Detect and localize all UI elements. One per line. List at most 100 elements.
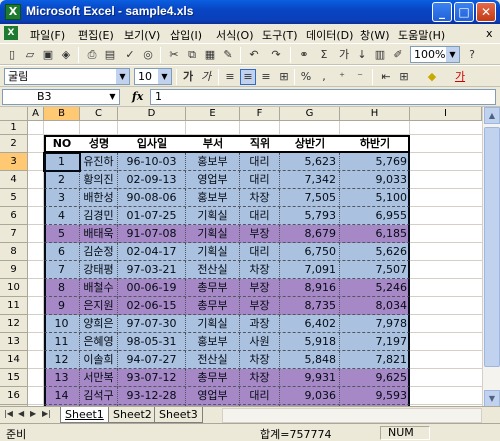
row-header-8[interactable]: 8 [0,243,28,261]
chevron-down-icon[interactable]: ▼ [446,47,459,62]
print-icon[interactable]: ⎙ [84,47,100,63]
workbook-icon[interactable]: X [4,26,18,40]
permission-icon[interactable]: ◈ [58,47,74,63]
first-sheet-icon[interactable]: |◀ [4,409,13,418]
menu-data[interactable]: 데이터(D) [306,27,353,43]
drawing-icon[interactable]: ✐ [390,47,406,63]
decrease-decimal-icon[interactable]: ⁻ [352,69,368,85]
last-sheet-icon[interactable]: ▶| [42,409,51,418]
font-color-icon[interactable]: 가 [452,69,468,85]
scroll-up-icon[interactable]: ▲ [484,107,500,124]
column-header-f[interactable]: F [240,107,280,121]
sort-descending-icon[interactable]: ↓ [354,47,370,63]
cut-icon[interactable]: ✂ [166,47,182,63]
percent-style-button[interactable]: % [298,69,314,85]
excel-app-icon[interactable]: X [5,4,21,20]
chevron-down-icon[interactable]: ▼ [106,90,119,104]
redo-icon[interactable]: ↷ [268,47,284,63]
table-header-cell[interactable]: 부서 [186,135,240,153]
menu-window[interactable]: 창(W) [360,27,390,43]
tab-sheet3[interactable]: Sheet3 [154,407,203,423]
row-header-5[interactable]: 5 [0,189,28,207]
new-icon[interactable]: ▯ [4,47,20,63]
column-header-g[interactable]: G [280,107,340,121]
print-preview-icon[interactable]: ▤ [102,47,118,63]
row-header-3[interactable]: 3 [0,153,28,171]
row-header-14[interactable]: 14 [0,351,28,369]
align-right-icon[interactable]: ≡ [258,69,274,85]
scroll-thumb[interactable] [484,127,500,367]
chart-wizard-icon[interactable]: ▥ [372,47,388,63]
italic-button[interactable]: 가 [198,69,214,85]
minimize-button[interactable]: _ [432,2,452,22]
sort-ascending-icon[interactable]: 가 [336,47,352,63]
column-header-e[interactable]: E [186,107,240,121]
table-header-cell[interactable]: 입사일 [118,135,186,153]
column-header-c[interactable]: C [80,107,118,121]
horizontal-scrollbar[interactable] [222,408,482,423]
prev-sheet-icon[interactable]: ◀ [18,409,24,418]
chevron-down-icon[interactable]: ▼ [116,69,129,84]
table-header-cell[interactable]: 성명 [80,135,118,153]
spelling-icon[interactable]: ✓ [122,47,138,63]
comma-style-button[interactable]: , [316,69,332,85]
tab-sheet2[interactable]: Sheet2 [108,407,157,423]
menu-edit[interactable]: 편집(E) [78,27,114,43]
name-box[interactable]: B3 ▼ [2,89,120,105]
row-header-15[interactable]: 15 [0,369,28,387]
undo-icon[interactable]: ↶ [246,47,262,63]
worksheet-grid[interactable]: ▲ ▼ ABCDEFGHI1234567891011121314151617NO… [0,106,500,423]
chevron-down-icon[interactable]: ▼ [158,69,171,84]
menu-insert[interactable]: 삽입(I) [170,27,202,43]
align-center-icon[interactable]: ≡ [240,69,256,85]
vertical-scrollbar[interactable]: ▲ ▼ [482,107,500,407]
format-painter-icon[interactable]: ✎ [220,47,236,63]
menu-file[interactable]: 파일(F) [30,27,65,43]
menu-help[interactable]: 도움말(H) [398,27,445,43]
increase-decimal-icon[interactable]: ⁺ [334,69,350,85]
row-header-6[interactable]: 6 [0,207,28,225]
formula-input[interactable]: 1 [150,89,496,105]
zoom-select[interactable]: 100% ▼ [410,46,460,63]
column-header-d[interactable]: D [118,107,186,121]
menu-view[interactable]: 보기(V) [124,27,160,43]
row-header-11[interactable]: 11 [0,297,28,315]
column-header-i[interactable]: I [410,107,482,121]
column-header-a[interactable]: A [28,107,44,121]
doc-close-icon[interactable]: x [486,27,493,40]
autosum-icon[interactable]: Σ [316,47,332,63]
row-header-4[interactable]: 4 [0,171,28,189]
borders-icon[interactable]: ⊞ [396,69,412,85]
function-icon[interactable]: fx [132,90,143,103]
font-size-select[interactable]: 10 ▼ [134,68,172,85]
menu-format[interactable]: 서식(O) [216,27,253,43]
scroll-down-icon[interactable]: ▼ [484,390,500,407]
row-header-7[interactable]: 7 [0,225,28,243]
save-icon[interactable]: ▣ [40,47,56,63]
open-icon[interactable]: ▱ [22,47,38,63]
table-header-cell[interactable]: 직위 [240,135,280,153]
merge-center-icon[interactable]: ⊞ [276,69,292,85]
row-header-16[interactable]: 16 [0,387,28,405]
align-left-icon[interactable]: ≡ [222,69,238,85]
row-header-10[interactable]: 10 [0,279,28,297]
decrease-indent-icon[interactable]: ⇤ [378,69,394,85]
font-name-select[interactable]: 굴림 ▼ [4,68,130,85]
research-icon[interactable]: ◎ [140,47,156,63]
table-header-cell[interactable]: 상반기 [280,135,340,153]
column-header-h[interactable]: H [340,107,410,121]
row-header-13[interactable]: 13 [0,333,28,351]
table-header-cell[interactable]: NO [44,135,80,153]
select-all-corner[interactable] [0,107,28,121]
paste-icon[interactable]: ▦ [202,47,218,63]
row-header-2[interactable]: 2 [0,135,28,153]
tab-sheet1[interactable]: Sheet1 [60,407,109,423]
row-header-9[interactable]: 9 [0,261,28,279]
fill-color-icon[interactable]: ◆ [424,69,440,85]
row-header-1[interactable]: 1 [0,121,28,135]
menu-tools[interactable]: 도구(T) [262,27,298,43]
next-sheet-icon[interactable]: ▶ [30,409,36,418]
table-header-cell[interactable]: 하반기 [340,135,410,153]
help-icon[interactable]: ? [464,47,480,63]
close-button[interactable]: ✕ [476,2,496,22]
